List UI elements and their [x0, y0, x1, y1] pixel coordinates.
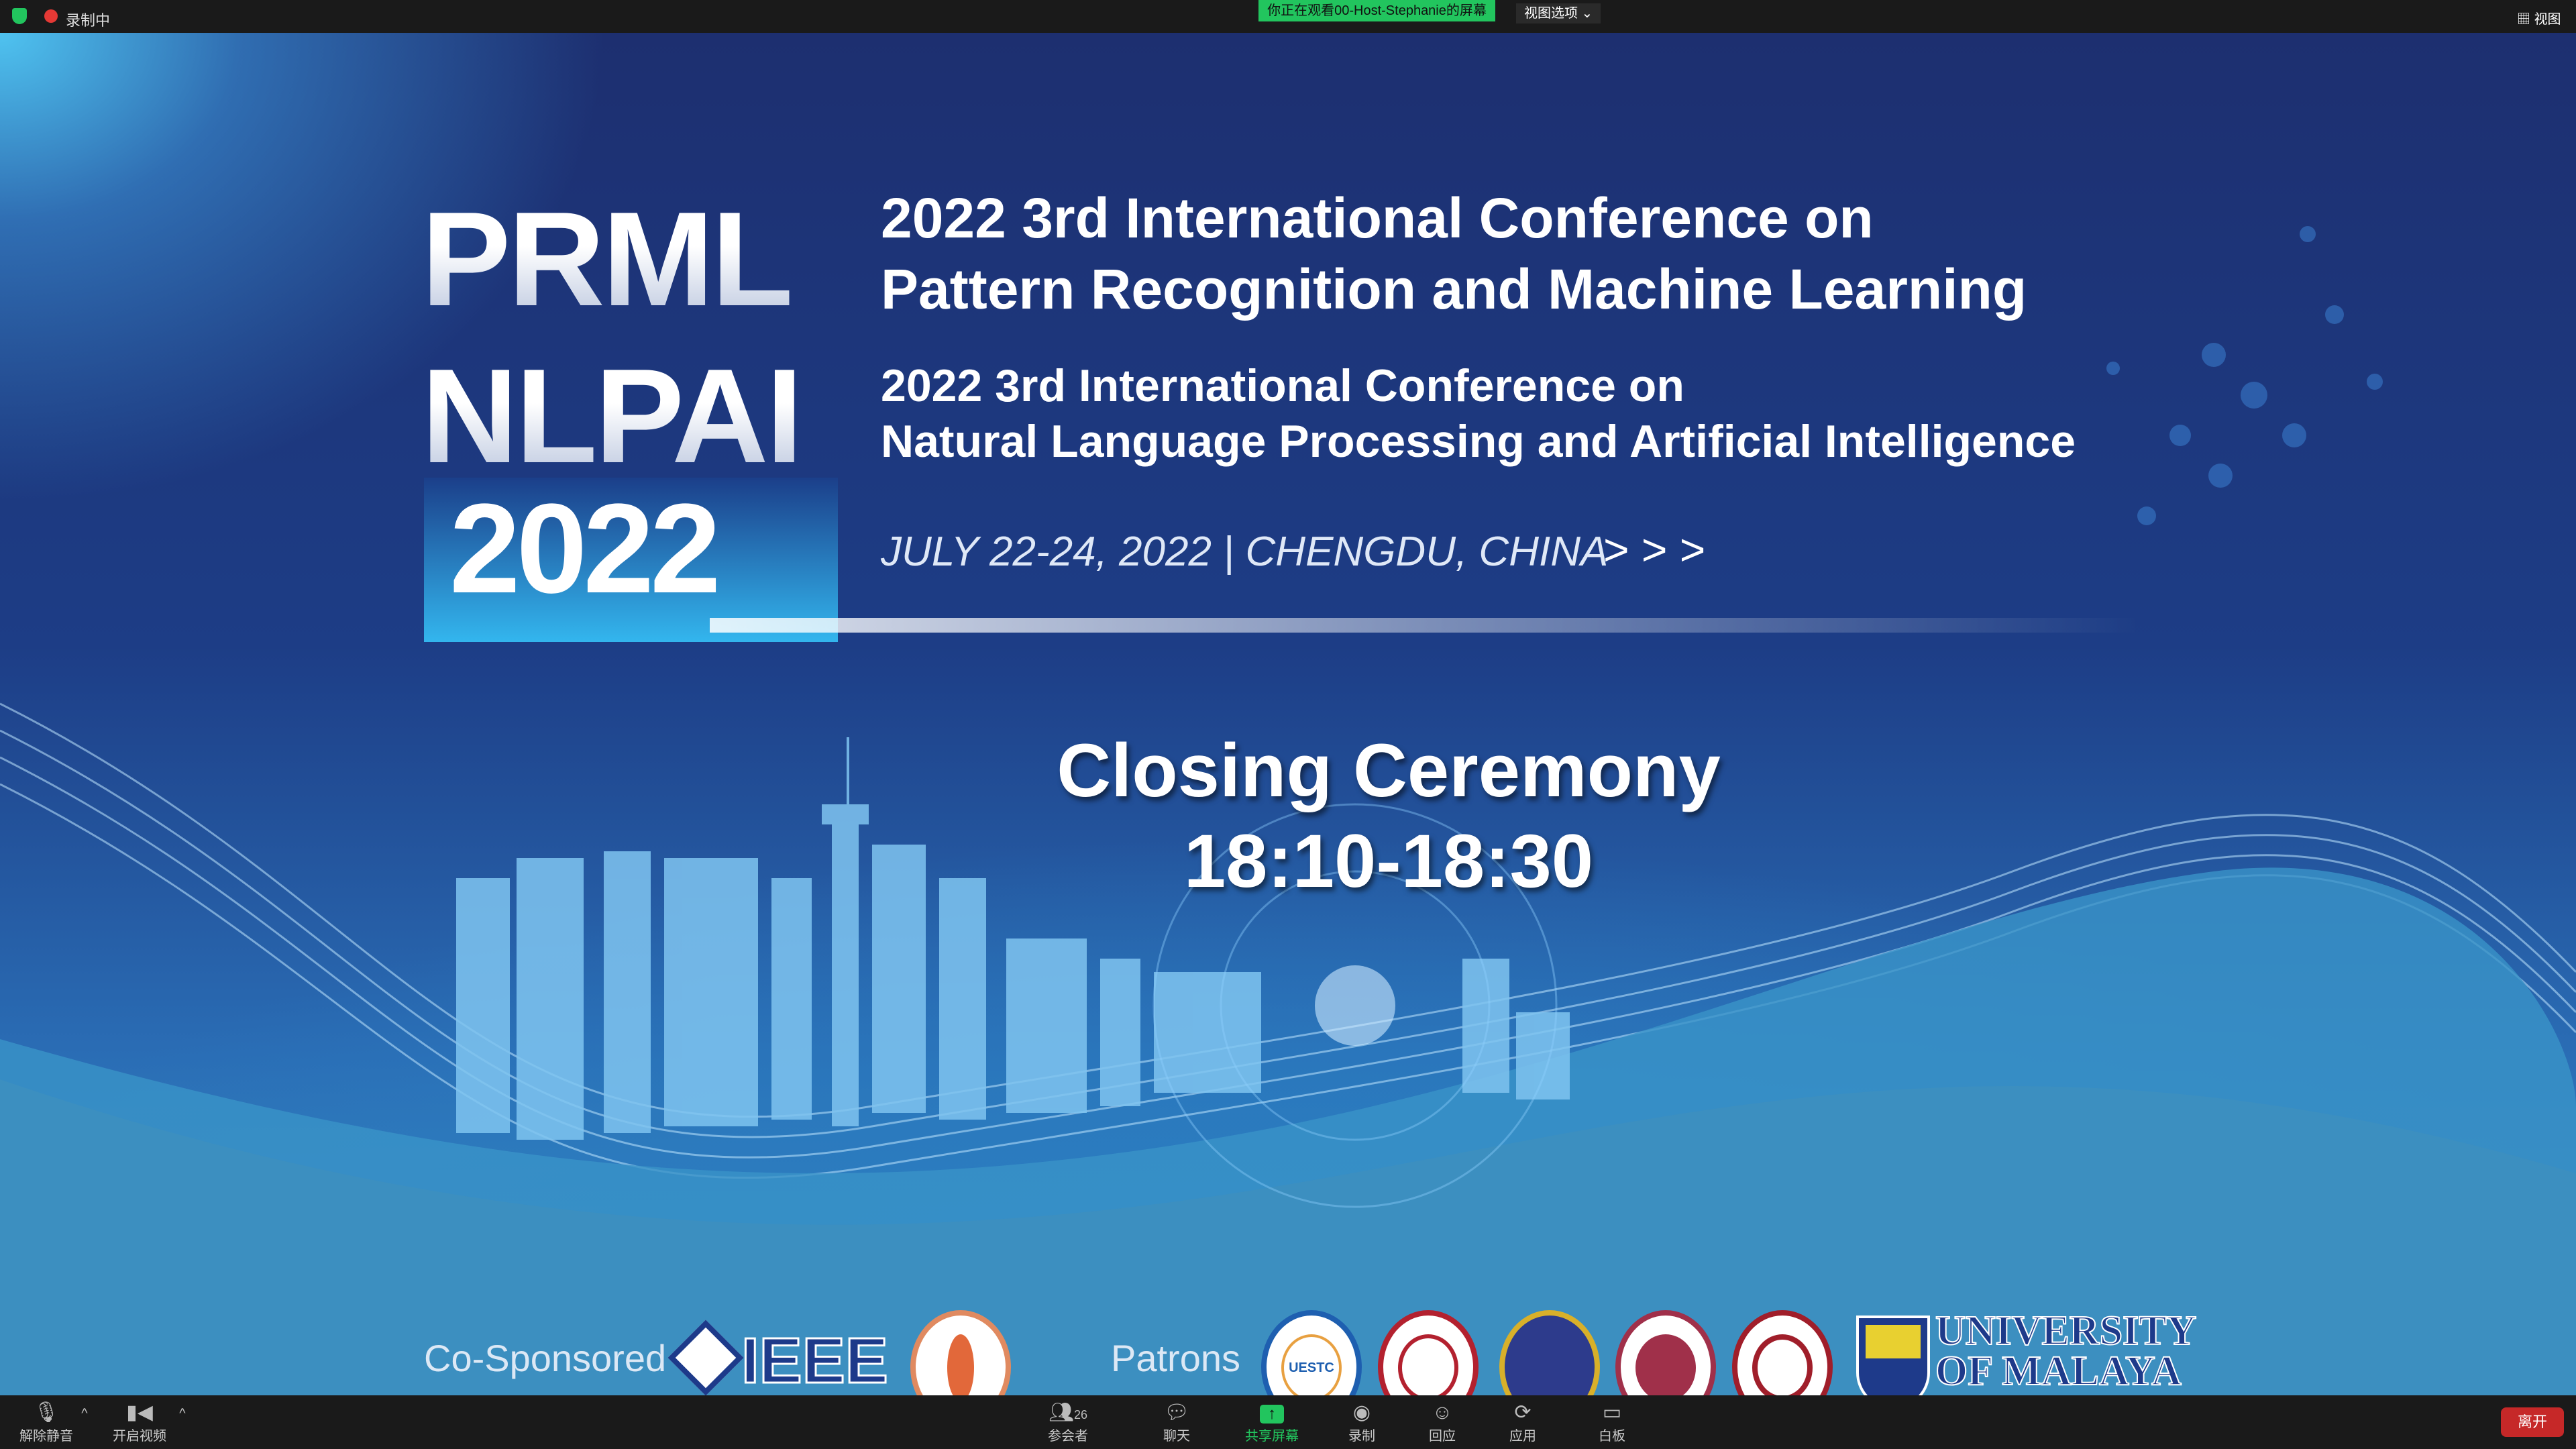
record-icon: ◉ [1352, 1401, 1371, 1424]
view-options-button[interactable]: 视图选项 ⌄ [1516, 3, 1601, 23]
whiteboard-label: 白板 [1599, 1429, 1625, 1444]
uestc-seal-text: UESTC [1281, 1334, 1342, 1395]
start-video-label: 开启视频 [113, 1429, 166, 1444]
dot-pattern-decoration [2106, 226, 2383, 525]
underline-bar [710, 618, 2139, 633]
security-shield-icon[interactable] [12, 8, 27, 24]
ieee-logo-text: IEEE [741, 1324, 890, 1396]
share-screen-icon: ↑ [1235, 1401, 1309, 1425]
event-time: 18:10-18:30 [1183, 819, 1594, 903]
participants-label: 参会者 [1048, 1429, 1088, 1444]
um-line1: UNIVERSITY [1935, 1308, 2197, 1354]
viewing-banner-text: 你正在观看00-Host-Stephanie的屏幕 [1267, 3, 1487, 18]
university-of-malaya-crest [1856, 1316, 1930, 1395]
um-line2: OF MALAYA [1935, 1348, 2182, 1394]
participants-icon: 👥︎26 [1048, 1401, 1088, 1424]
whiteboard-icon: ▭ [1602, 1401, 1622, 1424]
leave-button[interactable]: 离开 [2501, 1407, 2564, 1437]
apps-button[interactable]: ⟳ 应用 [1486, 1401, 1560, 1444]
date-location: JULY 22-24, 2022 | CHENGDU, CHINA [881, 529, 1609, 575]
unmute-label: 解除静音 [19, 1429, 73, 1444]
recording-status[interactable]: 录制中 [66, 9, 110, 30]
arrows-decoration: > > > [1603, 525, 1706, 574]
reactions-label: 回应 [1429, 1429, 1456, 1444]
record-button[interactable]: ◉ 录制 [1325, 1401, 1399, 1444]
unmute-button[interactable]: 🎙︎ 解除静音 [9, 1401, 83, 1444]
video-off-icon: ▮◀ [126, 1401, 153, 1424]
reaction-smiley-icon: ☺ [1432, 1401, 1453, 1424]
muted-microphone-icon: 🎙︎ [33, 1401, 60, 1424]
conference2-title-line1: 2022 3rd International Conference on [881, 360, 1684, 411]
whiteboard-button[interactable]: ▭ 白板 [1575, 1401, 1649, 1444]
apps-label: 应用 [1509, 1429, 1536, 1444]
patrons-label: Patrons [1111, 1337, 1240, 1379]
nlpai-logo-text: NLPAI [421, 341, 803, 491]
chat-bubble-icon: 💬︎ [1163, 1401, 1190, 1424]
share-screen-label: 共享屏幕 [1245, 1429, 1299, 1444]
event-title: Closing Ceremony [1057, 729, 1721, 812]
university-of-malaya-logo-text: UNIVERSITY OF MALAYA [1935, 1308, 2197, 1394]
start-video-button[interactable]: ▮◀ 开启视频 [103, 1401, 176, 1444]
chat-label: 聊天 [1163, 1429, 1190, 1444]
share-screen-button[interactable]: ↑ 共享屏幕 [1235, 1401, 1309, 1444]
conference1-title-line2: Pattern Recognition and Machine Learning [881, 258, 2027, 321]
view-button[interactable]: ▦ 视图 [2517, 8, 2561, 28]
participant-count: 26 [1074, 1408, 1088, 1421]
meeting-top-bar: 录制中 你正在观看00-Host-Stephanie的屏幕 视图选项 ⌄ ▦ 视… [0, 0, 2576, 33]
brain-illustration [1315, 965, 1395, 1046]
recording-dot-icon [44, 9, 58, 23]
apps-icon: ⟳ [1514, 1401, 1532, 1424]
video-options-chevron[interactable]: ^ [176, 1406, 189, 1421]
prml-logo-text: PRML [421, 184, 794, 334]
audio-options-chevron[interactable]: ^ [78, 1406, 91, 1421]
shared-screen-slide: PRML NLPAI 2022 2022 3rd International C… [0, 33, 2576, 1395]
participants-button[interactable]: 👥︎26 参会者 [1031, 1401, 1105, 1444]
conference2-title-line2: Natural Language Processing and Artifici… [881, 416, 2076, 467]
year-logo-text: 2022 [449, 478, 721, 620]
view-button-label: 视图 [2534, 12, 2561, 27]
co-sponsored-label: Co-Sponsored [424, 1337, 667, 1379]
conference1-title-line1: 2022 3rd International Conference on [881, 186, 1874, 250]
reactions-button[interactable]: ☺ 回应 [1405, 1401, 1479, 1444]
view-options-label: 视图选项 [1524, 6, 1578, 21]
viewing-screen-banner[interactable]: 你正在观看00-Host-Stephanie的屏幕 [1258, 0, 1495, 21]
chat-button[interactable]: 💬︎ 聊天 [1140, 1401, 1214, 1444]
record-label: 录制 [1348, 1429, 1375, 1444]
